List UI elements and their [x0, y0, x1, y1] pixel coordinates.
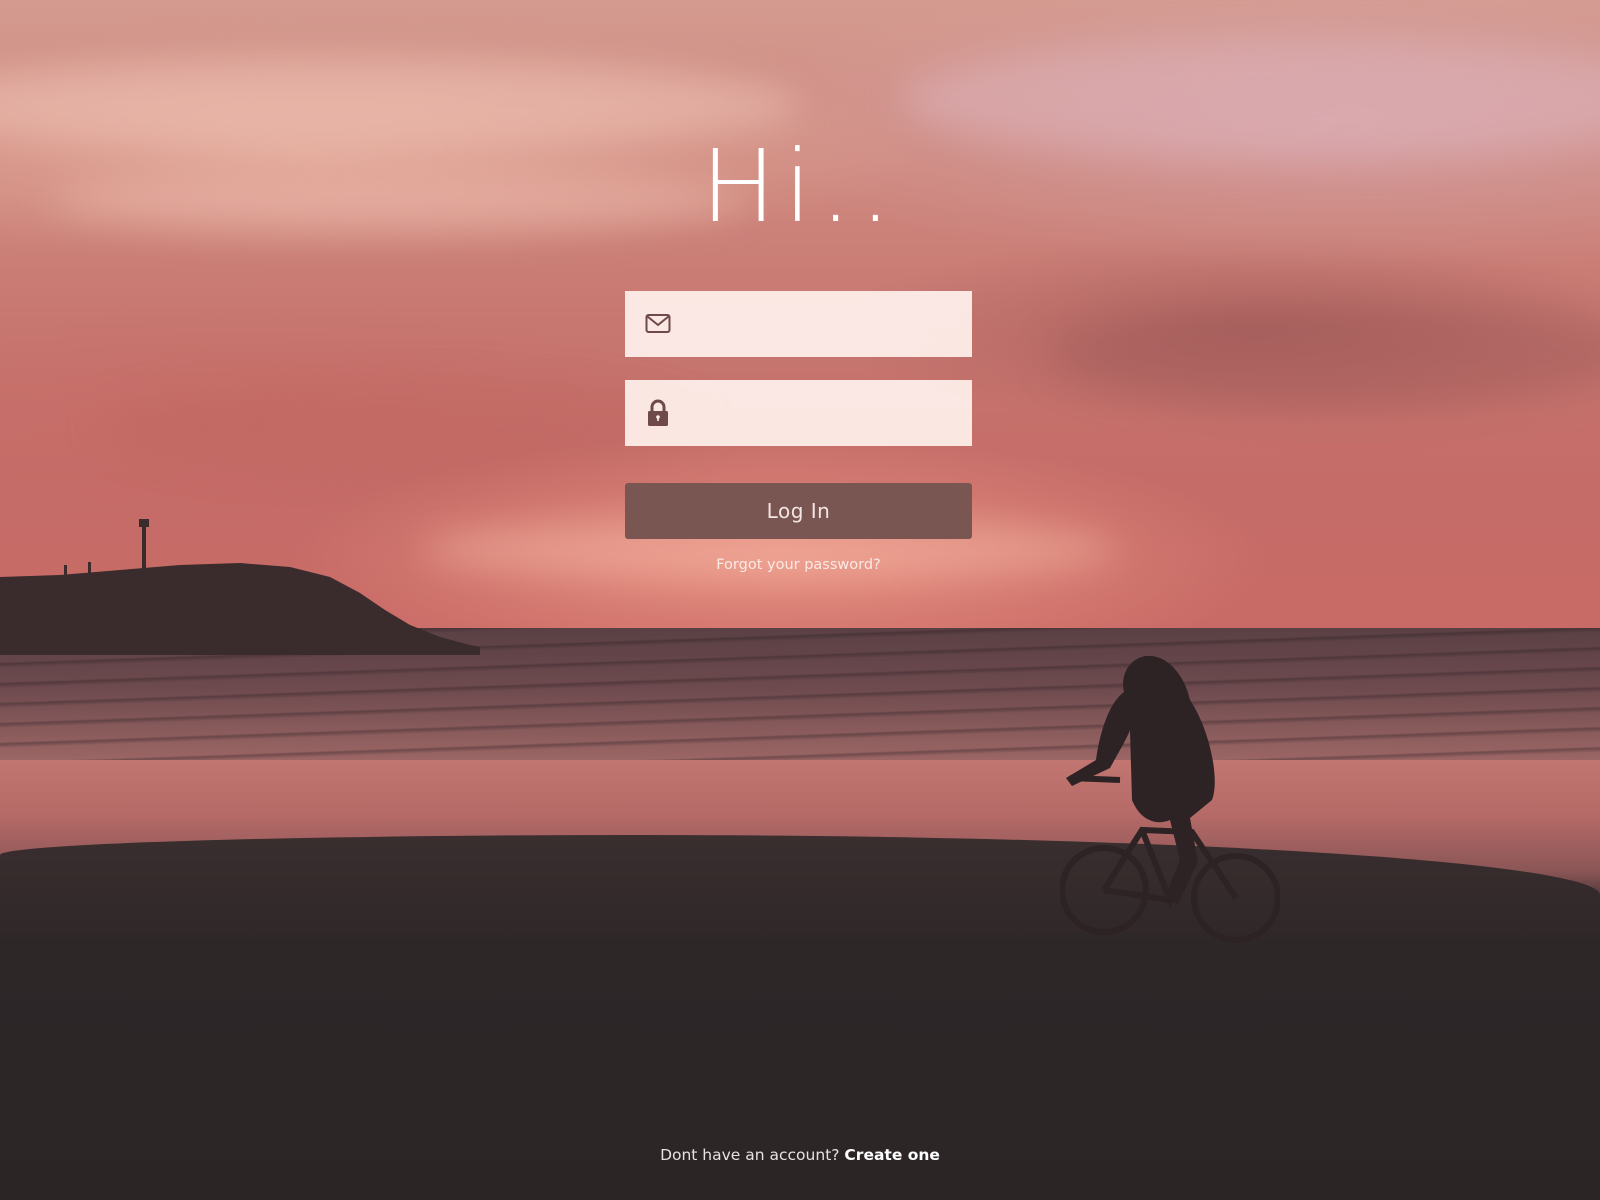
cloud: [100, 380, 700, 470]
create-account-link[interactable]: Create one: [844, 1146, 940, 1164]
greeting-heading: Hi..: [700, 128, 900, 245]
envelope-icon: [625, 291, 691, 357]
email-field[interactable]: [625, 291, 972, 357]
forgot-password-link[interactable]: Forgot your password?: [625, 557, 972, 573]
lock-icon: [625, 380, 691, 446]
email-input[interactable]: [691, 291, 972, 357]
password-input[interactable]: [691, 380, 972, 446]
login-button[interactable]: Log In: [625, 483, 972, 539]
signup-prompt: Dont have an account? Create one: [0, 1146, 1600, 1164]
signup-prompt-text: Dont have an account?: [660, 1146, 845, 1164]
cyclist-silhouette: [1060, 655, 1280, 943]
headland-silhouette: [0, 519, 480, 655]
password-field[interactable]: [625, 380, 972, 446]
